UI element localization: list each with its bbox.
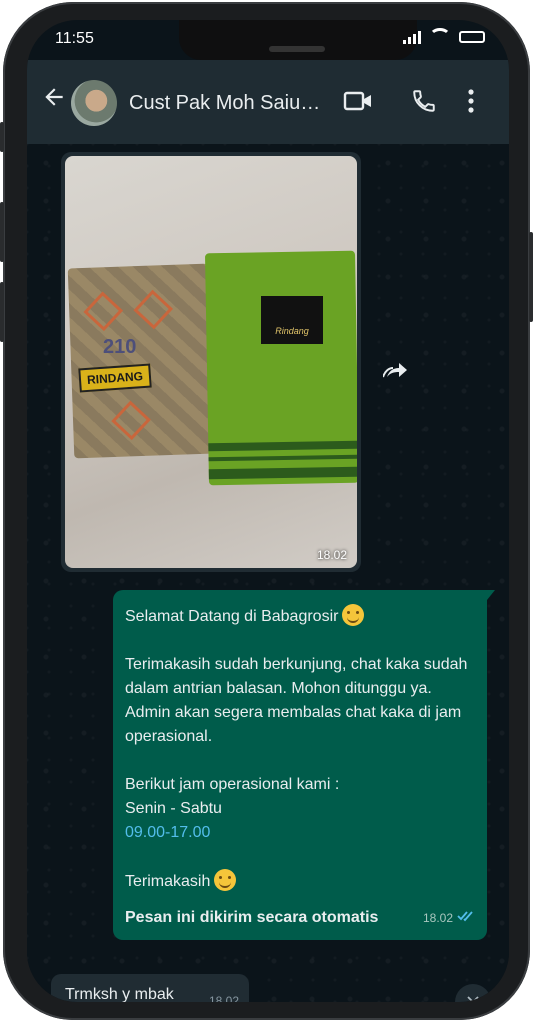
status-icons [403, 28, 485, 46]
grinning-emoji-icon [342, 604, 365, 626]
image-message[interactable]: 210 RINDANG Rindang 18.02 [61, 152, 361, 572]
hours-intro-text: Berikut jam operasional kami : [125, 776, 340, 793]
days-text: Senin - Sabtu [125, 800, 222, 817]
thanks-text: Terimakasih [125, 873, 211, 890]
volume-up-button [0, 202, 4, 262]
smiling-emoji-icon [214, 869, 237, 891]
sarong-green [204, 250, 357, 486]
power-button [529, 232, 533, 322]
phone-icon[interactable] [411, 88, 437, 119]
incoming-time: 18.02 [208, 994, 239, 1002]
auto-reply-message[interactable]: Selamat Datang di Babagrosir Terimakasih… [113, 590, 495, 940]
greeting-text: Selamat Datang di Babagrosir [125, 608, 339, 625]
contact-avatar[interactable] [71, 80, 117, 126]
wifi-icon [429, 28, 451, 46]
forward-icon[interactable] [379, 352, 415, 388]
incoming-text: Trmksh y mbak [65, 986, 174, 1002]
signal-icon [403, 30, 421, 44]
chat-area[interactable]: 210 RINDANG Rindang 18.02 Selamat Datang… [27, 144, 509, 1002]
status-time: 11:55 [55, 30, 94, 47]
image-time: 18.02 [316, 548, 347, 562]
phone-screen: 11:55 Cust Pak Moh Saiudi... 210 RINDANG… [27, 20, 509, 1002]
product-photo[interactable]: 210 RINDANG Rindang 18.02 [65, 156, 357, 568]
phone-frame: 11:55 Cust Pak Moh Saiudi... 210 RINDANG… [0, 2, 533, 1020]
read-ticks-icon [457, 906, 475, 930]
speaker [269, 46, 325, 52]
sarong-brown [67, 263, 215, 459]
rindang-label-yellow: RINDANG [78, 363, 152, 393]
incoming-message[interactable]: Trmksh y mbak 18.02 [51, 974, 249, 1002]
contact-name[interactable]: Cust Pak Moh Saiudi... [129, 92, 329, 115]
notch [179, 20, 417, 60]
battery-icon [459, 31, 485, 43]
sarong-number: 210 [103, 336, 137, 358]
volume-down-button [0, 282, 4, 342]
scroll-down-icon[interactable] [455, 984, 491, 1002]
hours-link[interactable]: 09.00-17.00 [125, 821, 475, 845]
chat-header: Cust Pak Moh Saiudi... [27, 60, 509, 144]
message-meta: 18.02 [423, 906, 475, 930]
mute-switch [0, 122, 4, 152]
more-vert-icon[interactable] [467, 88, 475, 119]
video-call-icon[interactable] [343, 88, 373, 119]
back-arrow-icon[interactable] [41, 84, 67, 116]
message-time: 18.02 [422, 911, 453, 925]
waiting-text: Terimakasih sudah berkunjung, chat kaka … [125, 656, 468, 745]
rindang-label-black: Rindang [261, 296, 323, 344]
